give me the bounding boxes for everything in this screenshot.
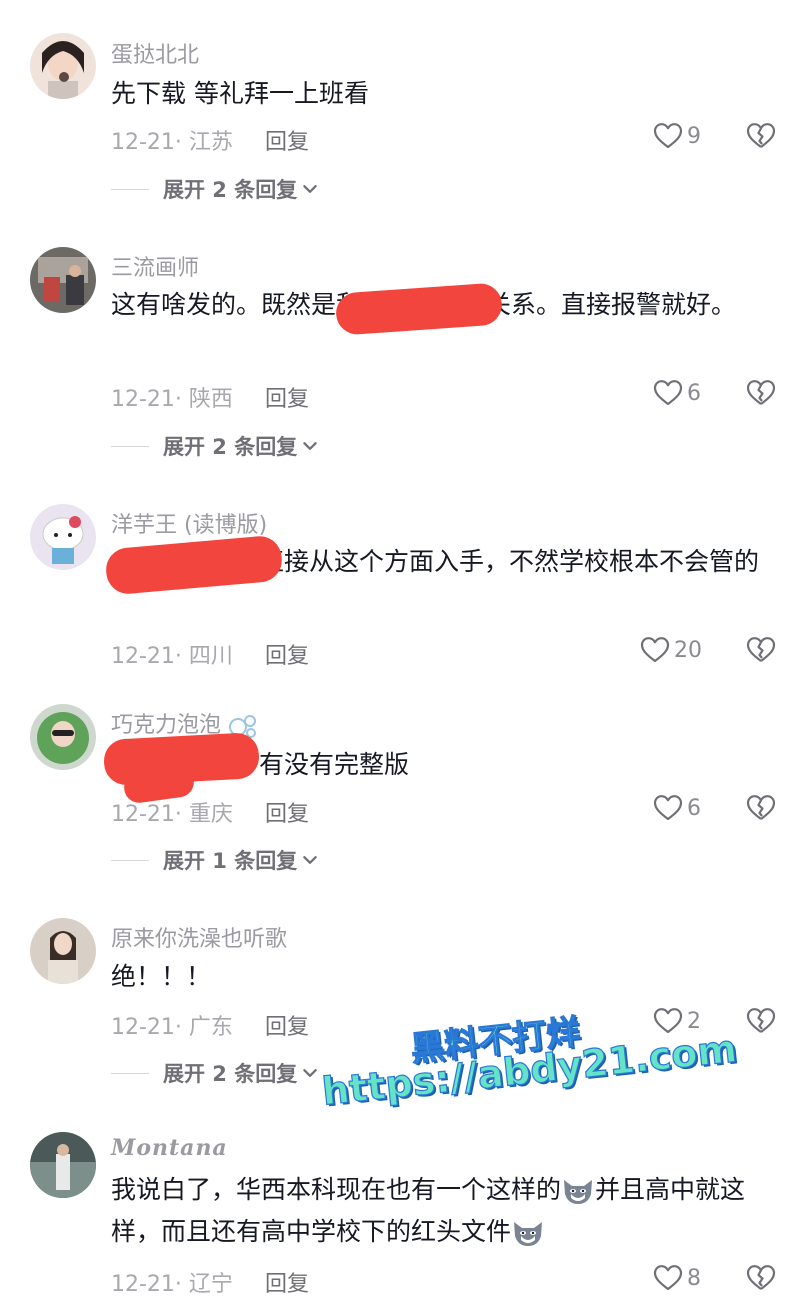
comment-text: 我说白了，华西本科现在也有一个这样的 并且高中就这样，而且还有高中学校下的红头文件 — [111, 1175, 746, 1246]
reply-button[interactable]: 回复 — [265, 1009, 309, 1041]
like-button[interactable]: 6 — [652, 792, 701, 824]
like-count: 9 — [687, 123, 701, 149]
expand-replies-button[interactable]: 展开 2 条回复 — [111, 431, 319, 461]
dislike-button[interactable] — [745, 377, 777, 413]
username[interactable]: Montana — [111, 1135, 228, 1161]
reply-button[interactable]: 回复 — [265, 1266, 309, 1298]
divider — [111, 1072, 149, 1074]
wolf-emoji-icon — [514, 1222, 543, 1246]
like-count: 6 — [687, 380, 701, 406]
reply-button[interactable]: 回复 — [265, 124, 309, 156]
username[interactable]: 三流画师 — [111, 250, 199, 282]
dislike-button[interactable] — [745, 120, 777, 156]
chevron-down-icon — [301, 1064, 319, 1082]
heart-icon — [652, 1262, 684, 1294]
wolf-emoji-icon — [564, 1180, 593, 1204]
divider — [111, 859, 149, 861]
comment-meta: 12-21· 重庆 — [111, 802, 233, 827]
comment-text: 先下载 等礼拜一上班看 — [111, 79, 369, 108]
heart-icon — [652, 377, 684, 409]
comment-text-visible: 直接从这个方面入手，不然学校根本不会管的 — [259, 547, 760, 576]
broken-heart-icon — [745, 1005, 777, 1037]
expand-label: 展开 2 条回复 — [163, 178, 298, 202]
username[interactable]: 洋芋王 (读博版) — [111, 507, 267, 539]
reply-button[interactable]: 回复 — [265, 638, 309, 670]
expand-label: 展开 2 条回复 — [163, 1062, 298, 1086]
expand-label: 展开 2 条回复 — [163, 435, 298, 459]
heart-icon — [639, 634, 671, 666]
broken-heart-icon — [745, 377, 777, 409]
comment-meta: 12-21· 四川 — [111, 644, 233, 669]
avatar[interactable] — [30, 33, 96, 99]
expand-replies-button[interactable]: 展开 2 条回复 — [111, 1058, 319, 1088]
expand-replies-button[interactable]: 展开 2 条回复 — [111, 174, 319, 204]
chevron-down-icon — [301, 180, 319, 198]
comment-meta: 12-21· 广东 — [111, 1015, 233, 1040]
like-button[interactable]: 8 — [652, 1262, 701, 1294]
dislike-button[interactable] — [745, 634, 777, 670]
comment-text: 绝！！！ — [111, 962, 212, 991]
reply-button[interactable]: 回复 — [265, 796, 309, 828]
like-button[interactable]: 6 — [652, 377, 701, 409]
comment-text-visible: 有没有完整版 — [259, 750, 410, 779]
heart-icon — [652, 120, 684, 152]
avatar[interactable] — [30, 704, 96, 770]
heart-icon — [652, 792, 684, 824]
broken-heart-icon — [745, 1262, 777, 1294]
like-button[interactable]: 20 — [639, 634, 702, 666]
dislike-button[interactable] — [745, 1262, 777, 1298]
divider — [111, 445, 149, 447]
reply-button[interactable]: 回复 — [265, 381, 309, 413]
username[interactable]: 蛋挞北北 — [111, 37, 199, 69]
avatar[interactable] — [30, 918, 96, 984]
broken-heart-icon — [745, 792, 777, 824]
broken-heart-icon — [745, 120, 777, 152]
username[interactable]: 原来你洗澡也听歌 — [111, 921, 287, 953]
comment-meta: 12-21· 陕西 — [111, 387, 233, 412]
comment-meta: 12-21· 江苏 — [111, 130, 233, 155]
comment-meta: 12-21· 辽宁 — [111, 1272, 233, 1297]
broken-heart-icon — [745, 634, 777, 666]
avatar[interactable] — [30, 1132, 96, 1198]
expand-label: 展开 1 条回复 — [163, 849, 298, 873]
like-count: 8 — [687, 1265, 701, 1291]
like-count: 20 — [674, 637, 702, 663]
like-button[interactable]: 9 — [652, 120, 701, 152]
expand-replies-button[interactable]: 展开 1 条回复 — [111, 845, 319, 875]
dislike-button[interactable] — [745, 1005, 777, 1041]
like-count: 6 — [687, 795, 701, 821]
chevron-down-icon — [301, 851, 319, 869]
dislike-button[interactable] — [745, 792, 777, 828]
chevron-down-icon — [301, 437, 319, 455]
divider — [111, 188, 149, 190]
avatar[interactable] — [30, 504, 96, 570]
avatar[interactable] — [30, 247, 96, 313]
